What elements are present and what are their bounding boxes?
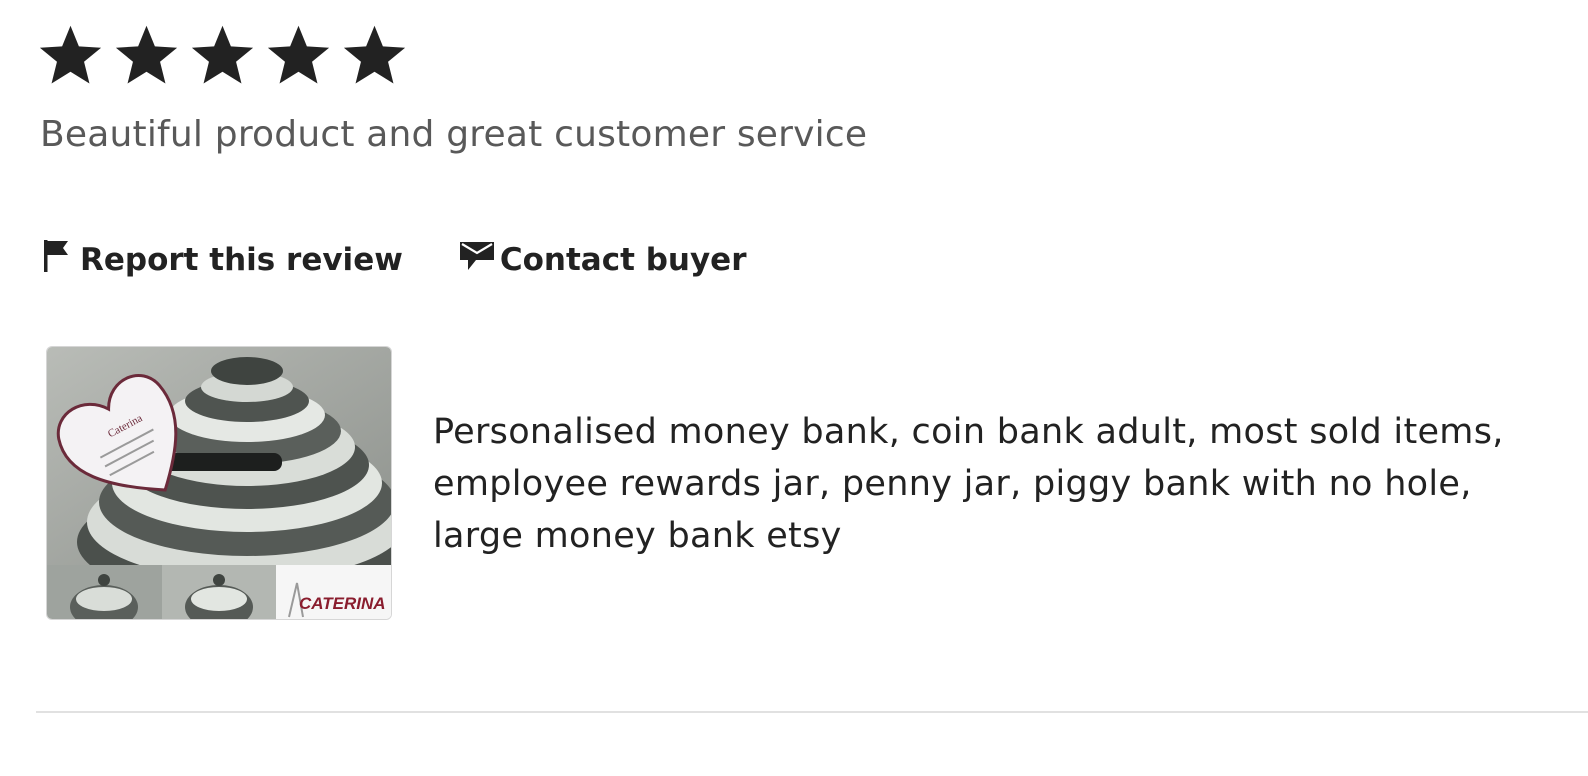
star-icon: [342, 22, 407, 88]
listing-title-link[interactable]: Personalised money bank, coin bank adult…: [433, 406, 1553, 562]
listing-card[interactable]: Caterina CATERINA Personalised money ban…: [46, 346, 1503, 620]
flag-icon: [42, 239, 70, 281]
contact-buyer-button[interactable]: Contact buyer: [459, 239, 747, 281]
contact-buyer-label: Contact buyer: [499, 242, 747, 278]
star-icon: [114, 22, 179, 88]
star-icon: [266, 22, 331, 88]
listing-thumbnail[interactable]: Caterina CATERINA: [46, 346, 392, 620]
thumbnail-brand-text: CATERINA: [299, 594, 386, 613]
report-review-button[interactable]: Report this review: [42, 239, 403, 281]
review-card: Beautiful product and great customer ser…: [0, 0, 1588, 776]
report-review-label: Report this review: [80, 242, 403, 278]
review-actions: Report this review Contact buyer: [42, 239, 746, 281]
review-text: Beautiful product and great customer ser…: [40, 114, 868, 155]
divider: [36, 711, 1588, 713]
listing-thumbnail-image: Caterina CATERINA: [47, 347, 391, 619]
star-icon: [190, 22, 255, 88]
message-icon: [459, 239, 495, 281]
star-icon: [38, 22, 103, 88]
star-rating: [38, 22, 407, 88]
